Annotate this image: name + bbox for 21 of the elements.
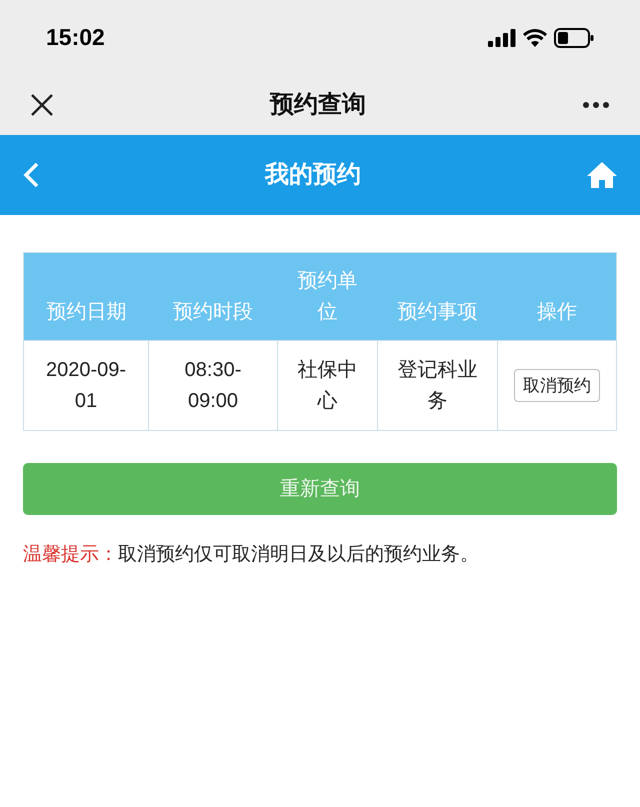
header-title: 我的预约 xyxy=(265,160,361,190)
column-header: 预约事项 xyxy=(378,252,498,340)
cancel-button[interactable]: 取消预约 xyxy=(514,368,600,402)
home-icon[interactable] xyxy=(586,161,618,189)
table-cell: 社保中心 xyxy=(278,340,378,430)
table-cell: 08:30-09:00 xyxy=(148,340,278,430)
more-icon[interactable] xyxy=(582,101,610,109)
column-header: 预约单位 xyxy=(278,252,378,340)
status-time: 15:02 xyxy=(46,23,105,52)
table-cell: 2020-09-01 xyxy=(24,340,148,430)
column-header: 操作 xyxy=(498,252,616,340)
tip-text: 温馨提示：取消预约仅可取消明日及以后的预约业务。 xyxy=(23,543,480,567)
column-header: 预约日期 xyxy=(24,252,148,340)
battery-icon xyxy=(554,28,594,48)
back-icon[interactable] xyxy=(22,162,40,188)
wifi-icon xyxy=(523,28,547,46)
page-title: 预约查询 xyxy=(270,90,366,120)
column-header: 预约时段 xyxy=(148,252,278,340)
signal-icon xyxy=(488,28,516,46)
table-cell: 登记科业务 xyxy=(378,340,498,430)
close-icon[interactable] xyxy=(30,93,54,117)
